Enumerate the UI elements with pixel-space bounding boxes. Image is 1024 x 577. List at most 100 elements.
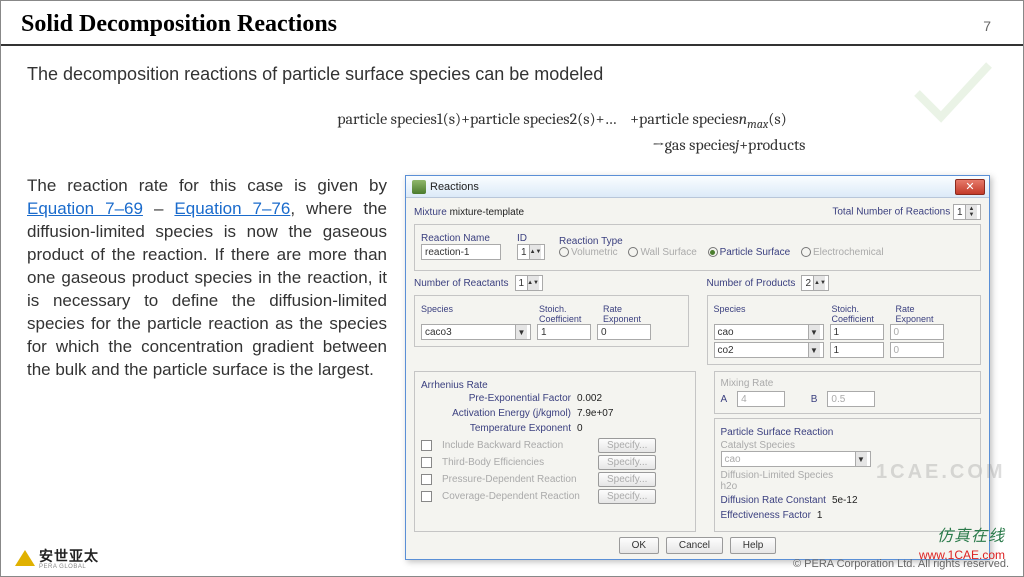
slide-body: The decomposition reactions of particle …	[1, 46, 1023, 560]
mix-b-input[interactable]: 0.5	[827, 391, 875, 407]
id-spinner[interactable]: 1▲▼	[517, 244, 545, 260]
radio-electrochemical-label: Electrochemical	[813, 247, 884, 258]
cb-backward-label: Include Backward Reaction	[442, 440, 592, 451]
product2-species-value: co2	[718, 345, 734, 356]
para-dash: –	[143, 199, 174, 218]
col-stoich: Stoich. Coefficient	[539, 304, 595, 324]
dls-value: h2o	[721, 481, 975, 492]
spinner-arrows-icon[interactable]: ▲▼	[813, 276, 825, 290]
col-rate: Rate Exponent	[603, 304, 659, 324]
eq-line1e: (s)	[768, 110, 787, 128]
chevron-down-icon[interactable]: ▼	[855, 452, 867, 466]
num-reactants-value: 1	[519, 278, 525, 289]
product1-stoich-input[interactable]: 1	[830, 324, 884, 340]
product1-rate-value: 0	[894, 327, 900, 338]
dialog-body: 1CAE.COM Mixture mixture-template Total …	[406, 198, 989, 559]
act-energy-value: 7.9e+07	[577, 408, 613, 419]
dialog-titlebar[interactable]: Reactions ✕	[406, 176, 989, 198]
slide-title: Solid Decomposition Reactions	[21, 11, 337, 38]
num-reactants-spinner[interactable]: 1▲▼	[515, 275, 543, 291]
particle-surface-group: Particle Surface Reaction Catalyst Speci…	[714, 418, 982, 532]
catalyst-value: cao	[725, 454, 741, 465]
page-number: 7	[983, 18, 1003, 34]
product1-rate-input[interactable]: 0	[890, 324, 944, 340]
total-reactions-spinner[interactable]: 1▲▼	[953, 204, 981, 220]
reactant-rate-input[interactable]: 0	[597, 324, 651, 340]
temp-exp-label: Temperature Exponent	[421, 423, 571, 434]
reactants-group: Species Stoich. Coefficient Rate Exponen…	[414, 295, 689, 347]
watermark-cn: 仿真在线	[937, 522, 1005, 546]
col-rate: Rate Exponent	[896, 304, 952, 324]
num-products-spinner[interactable]: 2▲▼	[801, 275, 829, 291]
eq-line1d: max	[747, 117, 768, 131]
logo-block: 安世亚太 PERA GLOBAL	[15, 546, 99, 570]
mix-b-value: 0.5	[831, 394, 845, 405]
app-icon	[412, 180, 426, 194]
link-eq-7-69[interactable]: Equation 7–69	[27, 199, 143, 218]
mix-b-label: B	[811, 394, 818, 405]
cb-backward[interactable]	[421, 440, 432, 451]
slide: Solid Decomposition Reactions 7 The deco…	[0, 0, 1024, 577]
products-group: Species Stoich. Coefficient Rate Exponen…	[707, 295, 982, 365]
specify-thirdbody-button[interactable]: Specify...	[598, 455, 656, 470]
cb-coverage[interactable]	[421, 491, 432, 502]
ef-label: Effectiveness Factor	[721, 510, 811, 521]
col-species: Species	[714, 304, 824, 324]
temp-exp-value: 0	[577, 423, 583, 434]
eq-line2b: +products	[739, 136, 805, 154]
arrhenius-title: Arrhenius Rate	[421, 380, 689, 391]
reaction-header-group: Reaction Name reaction-1 ID 1▲▼ Reaction…	[414, 224, 981, 271]
checkmark-watermark	[913, 61, 993, 121]
arrhenius-group: Arrhenius Rate Pre-Exponential Factor 0.…	[414, 371, 696, 532]
specify-coverage-button[interactable]: Specify...	[598, 489, 656, 504]
mixture-label: Mixture	[414, 207, 447, 218]
radio-wall-surface[interactable]	[628, 247, 638, 257]
mix-a-label: A	[721, 394, 728, 405]
psr-title: Particle Surface Reaction	[721, 427, 975, 438]
num-products-value: 2	[805, 278, 811, 289]
body-paragraph: The reaction rate for this case is given…	[27, 175, 387, 381]
chevron-down-icon[interactable]: ▼	[808, 325, 820, 339]
num-products-label: Number of Products	[707, 278, 796, 289]
para-part1: The reaction rate for this case is given…	[27, 176, 387, 195]
spinner-arrows-icon[interactable]: ▲▼	[965, 205, 977, 219]
total-reactions-label: Total Number of Reactions	[832, 207, 950, 218]
product2-rate-value: 0	[894, 345, 900, 356]
cb-thirdbody[interactable]	[421, 457, 432, 468]
chevron-down-icon[interactable]: ▼	[808, 343, 820, 357]
reaction-name-value: reaction-1	[425, 247, 469, 258]
close-button[interactable]: ✕	[955, 179, 985, 195]
mix-a-input[interactable]: 4	[737, 391, 785, 407]
product2-rate-input[interactable]: 0	[890, 342, 944, 358]
radio-wall-surface-label: Wall Surface	[640, 247, 696, 258]
cb-coverage-label: Coverage-Dependent Reaction	[442, 491, 592, 502]
reactant-stoich-input[interactable]: 1	[537, 324, 591, 340]
cb-thirdbody-label: Third-Body Efficiencies	[442, 457, 592, 468]
chevron-down-icon[interactable]: ▼	[515, 325, 527, 339]
product2-stoich-value: 1	[834, 345, 840, 356]
radio-particle-surface[interactable]	[708, 247, 718, 257]
product2-stoich-input[interactable]: 1	[830, 342, 884, 358]
product1-species-combo[interactable]: cao▼	[714, 324, 824, 340]
spinner-arrows-icon[interactable]: ▲▼	[529, 245, 541, 259]
para-part2: , where the diffusion-limited species is…	[27, 199, 387, 379]
radio-volumetric[interactable]	[559, 247, 569, 257]
reactant-species-value: caco3	[425, 327, 452, 338]
specify-backward-button[interactable]: Specify...	[598, 438, 656, 453]
reaction-name-input[interactable]: reaction-1	[421, 244, 501, 260]
link-eq-7-76[interactable]: Equation 7–76	[174, 199, 290, 218]
pre-exp-label: Pre-Exponential Factor	[421, 393, 571, 404]
spinner-arrows-icon[interactable]: ▲▼	[527, 276, 539, 290]
eq-line1a: particle species1(s)+particle species2(s…	[337, 110, 616, 128]
radio-particle-surface-label: Particle Surface	[720, 247, 791, 258]
cb-pressure[interactable]	[421, 474, 432, 485]
radio-electrochemical[interactable]	[801, 247, 811, 257]
eq-line2: →gas species	[652, 136, 735, 154]
catalyst-combo[interactable]: cao ▼	[721, 451, 871, 467]
act-energy-label: Activation Energy (j/kgmol)	[421, 408, 571, 419]
reactant-species-combo[interactable]: caco3 ▼	[421, 324, 531, 340]
specify-pressure-button[interactable]: Specify...	[598, 472, 656, 487]
product2-species-combo[interactable]: co2 ▼	[714, 342, 824, 358]
logo-triangle-icon	[15, 550, 35, 566]
slide-footer: 安世亚太 PERA GLOBAL © PERA Corporation Ltd.…	[1, 546, 1023, 570]
